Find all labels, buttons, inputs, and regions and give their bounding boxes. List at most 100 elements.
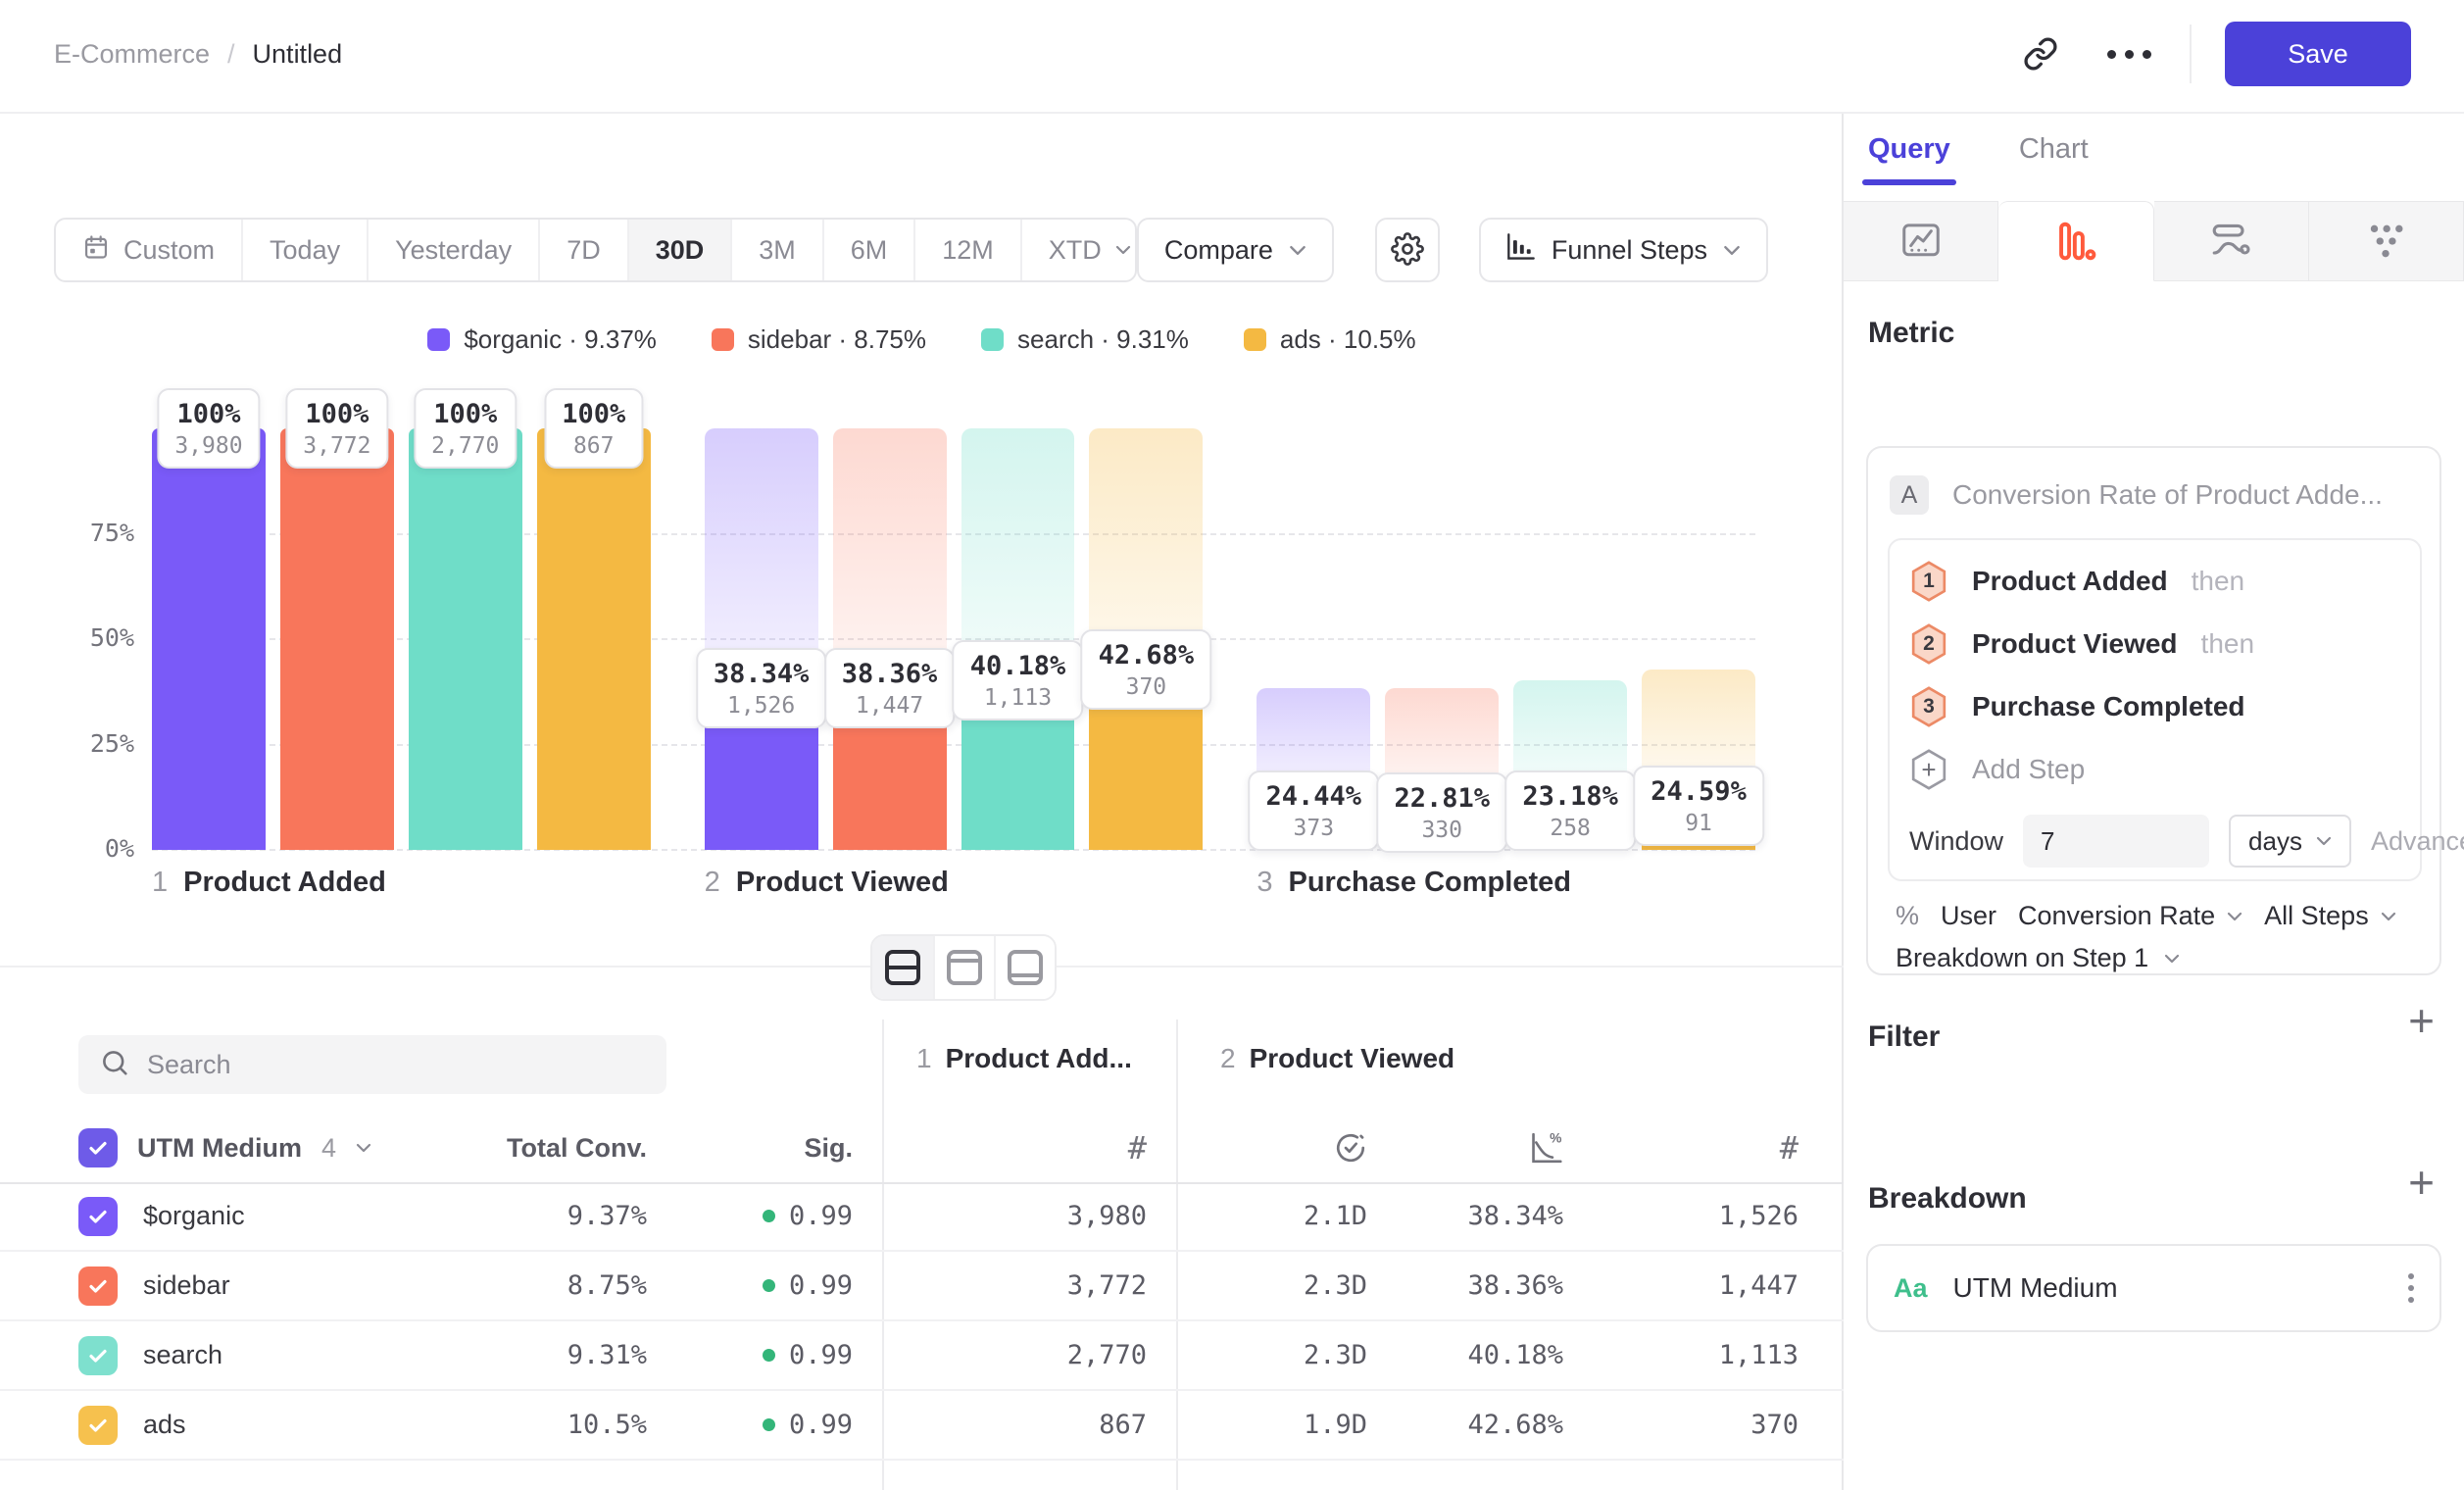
bar-value-label: 22.81%330 xyxy=(1376,772,1507,853)
bar-search-step3[interactable]: 23.18%258 xyxy=(1513,428,1627,850)
layout-split-horizontal-button[interactable] xyxy=(872,936,933,999)
bar-ads-step1[interactable]: 100%867 xyxy=(537,428,651,850)
search-input[interactable] xyxy=(147,1050,645,1080)
row-label: ads xyxy=(143,1410,186,1440)
save-button[interactable]: Save xyxy=(2225,22,2411,86)
more-options-icon[interactable] xyxy=(2101,26,2156,81)
entity-label[interactable]: User xyxy=(1941,901,1996,931)
chart-settings-button[interactable] xyxy=(1375,218,1440,282)
chart-kind-tabs xyxy=(1844,201,2464,281)
breakdown-table: 1 Product Add... 2 Product Viewed UTM Me… xyxy=(0,1019,1844,1490)
metric-step-1[interactable]: 1Product Addedthen xyxy=(1909,550,2400,613)
range-custom-button[interactable]: Custom xyxy=(56,220,241,280)
count-metric-icon[interactable]: # xyxy=(1588,1129,1799,1167)
bar-value-label: 40.18%1,113 xyxy=(953,640,1084,720)
metric-step-2[interactable]: 2Product Viewedthen xyxy=(1909,613,2400,675)
range-yesterday-button[interactable]: Yesterday xyxy=(367,220,538,280)
kebab-menu-icon[interactable] xyxy=(2408,1273,2414,1303)
share-link-icon[interactable] xyxy=(2013,26,2068,81)
sig-header[interactable]: Sig. xyxy=(647,1133,882,1164)
row-label: search xyxy=(143,1340,222,1370)
flow-chart-tab[interactable] xyxy=(2154,201,2309,281)
sig-dot-icon xyxy=(763,1279,775,1292)
row-checkbox[interactable] xyxy=(78,1266,118,1306)
step1-count: 867 xyxy=(882,1410,1176,1440)
date-range-group: CustomTodayYesterday7D30D3M6M12MXTD xyxy=(54,218,1137,282)
chevron-down-icon xyxy=(2316,836,2332,846)
bar-sidebar-step1[interactable]: 100%3,772 xyxy=(280,428,394,850)
table-row-ads[interactable]: ads10.5%0.998671.9D42.68%370 xyxy=(0,1391,1844,1461)
chart-type-button[interactable]: Funnel Steps xyxy=(1479,218,1768,282)
gear-icon xyxy=(1391,232,1424,269)
breakdown-property-card[interactable]: Aa UTM Medium xyxy=(1866,1244,2441,1332)
window-unit-select[interactable]: days xyxy=(2229,815,2351,868)
chevron-down-icon[interactable] xyxy=(356,1143,371,1153)
bar-ads-step2[interactable]: 42.68%370 xyxy=(1089,428,1203,850)
breakdown-on-step-select[interactable]: Breakdown on Step 1 xyxy=(1896,943,2180,973)
steps-scope-select[interactable]: All Steps xyxy=(2264,901,2396,931)
range-30d-button[interactable]: 30D xyxy=(627,220,731,280)
step2-time: 2.1D xyxy=(1176,1201,1367,1231)
funnel-chart-tab[interactable] xyxy=(1998,201,2153,281)
time-to-convert-icon[interactable] xyxy=(1176,1131,1367,1165)
sig-value: 0.99 xyxy=(647,1410,882,1440)
table-header-row: UTM Medium 4 Total Conv. Sig. # % # xyxy=(0,1114,1844,1182)
bar-organic-step2[interactable]: 38.34%1,526 xyxy=(705,428,818,850)
table-row-organic[interactable]: $organic9.37%0.993,9802.1D38.34%1,526 xyxy=(0,1182,1844,1252)
group-count: 4 xyxy=(321,1133,336,1164)
chart-type-label: Funnel Steps xyxy=(1552,235,1707,266)
range-3m-button[interactable]: 3M xyxy=(730,220,822,280)
retention-grid-tab[interactable] xyxy=(2309,201,2464,281)
table-row-sidebar[interactable]: sidebar8.75%0.993,7722.3D38.36%1,447 xyxy=(0,1252,1844,1321)
window-value-input[interactable] xyxy=(2023,815,2209,868)
row-checkbox[interactable] xyxy=(78,1336,118,1375)
select-all-checkbox[interactable] xyxy=(78,1128,118,1167)
table-row-search[interactable]: search9.31%0.992,7702.3D40.18%1,113 xyxy=(0,1321,1844,1391)
range-6m-button[interactable]: 6M xyxy=(822,220,914,280)
window-label: Window xyxy=(1909,826,2003,857)
add-breakdown-button[interactable]: + xyxy=(2408,1163,2435,1202)
range-xtd-button[interactable]: XTD xyxy=(1020,220,1137,280)
bar-search-step2[interactable]: 40.18%1,113 xyxy=(961,428,1075,850)
breadcrumb-parent[interactable]: E-Commerce xyxy=(54,39,210,70)
add-step-button[interactable]: +Add Step xyxy=(1909,738,2400,801)
layout-panel-bottom-button[interactable] xyxy=(994,936,1055,999)
count-metric-icon[interactable]: # xyxy=(882,1129,1176,1167)
line-chart-tab[interactable] xyxy=(1844,201,1998,281)
step-number-badge: 1 xyxy=(1909,560,1948,603)
window-row: Window days Advanced xyxy=(1909,815,2400,868)
metric-step-3[interactable]: 3Purchase Completed xyxy=(1909,675,2400,738)
row-checkbox[interactable] xyxy=(78,1406,118,1445)
metric-definition[interactable]: A Conversion Rate of Product Adde... xyxy=(1890,475,2419,515)
metric-type-select[interactable]: Conversion Rate xyxy=(2018,901,2242,931)
bar-organic-step3[interactable]: 24.44%373 xyxy=(1257,428,1370,850)
step2-count: 1,447 xyxy=(1588,1270,1799,1301)
row-checkbox[interactable] xyxy=(78,1197,118,1236)
advanced-toggle[interactable]: Advanced xyxy=(2371,826,2464,857)
breadcrumb-current[interactable]: Untitled xyxy=(253,39,343,70)
tab-chart[interactable]: Chart xyxy=(2019,133,2089,185)
total-conv-header[interactable]: Total Conv. xyxy=(500,1133,647,1164)
group-by-label[interactable]: UTM Medium xyxy=(137,1133,302,1164)
compare-button[interactable]: Compare xyxy=(1137,218,1334,282)
sig-value: 0.99 xyxy=(647,1270,882,1301)
bar-ads-step3[interactable]: 24.59%91 xyxy=(1642,428,1755,850)
total-conv-value: 8.75% xyxy=(500,1270,647,1301)
range-12m-button[interactable]: 12M xyxy=(913,220,1020,280)
bar-search-step1[interactable]: 100%2,770 xyxy=(409,428,522,850)
bar-value-label: 100%3,772 xyxy=(285,388,388,469)
add-filter-button[interactable]: + xyxy=(2408,1001,2435,1040)
layout-panel-top-button[interactable] xyxy=(933,936,994,999)
legend-item-organic[interactable]: $organic · 9.37% xyxy=(427,324,657,355)
legend-item-ads[interactable]: ads · 10.5% xyxy=(1244,324,1416,355)
legend-item-search[interactable]: search · 9.31% xyxy=(981,324,1189,355)
panel-top-icon xyxy=(947,950,982,985)
range-today-button[interactable]: Today xyxy=(241,220,367,280)
bar-organic-step1[interactable]: 100%3,980 xyxy=(152,428,266,850)
bar-sidebar-step2[interactable]: 38.36%1,447 xyxy=(833,428,947,850)
range-7d-button[interactable]: 7D xyxy=(538,220,627,280)
legend-item-sidebar[interactable]: sidebar · 8.75% xyxy=(712,324,926,355)
tab-query[interactable]: Query xyxy=(1868,133,1950,185)
conversion-rate-icon[interactable]: % xyxy=(1367,1130,1588,1166)
bar-sidebar-step3[interactable]: 22.81%330 xyxy=(1385,428,1499,850)
